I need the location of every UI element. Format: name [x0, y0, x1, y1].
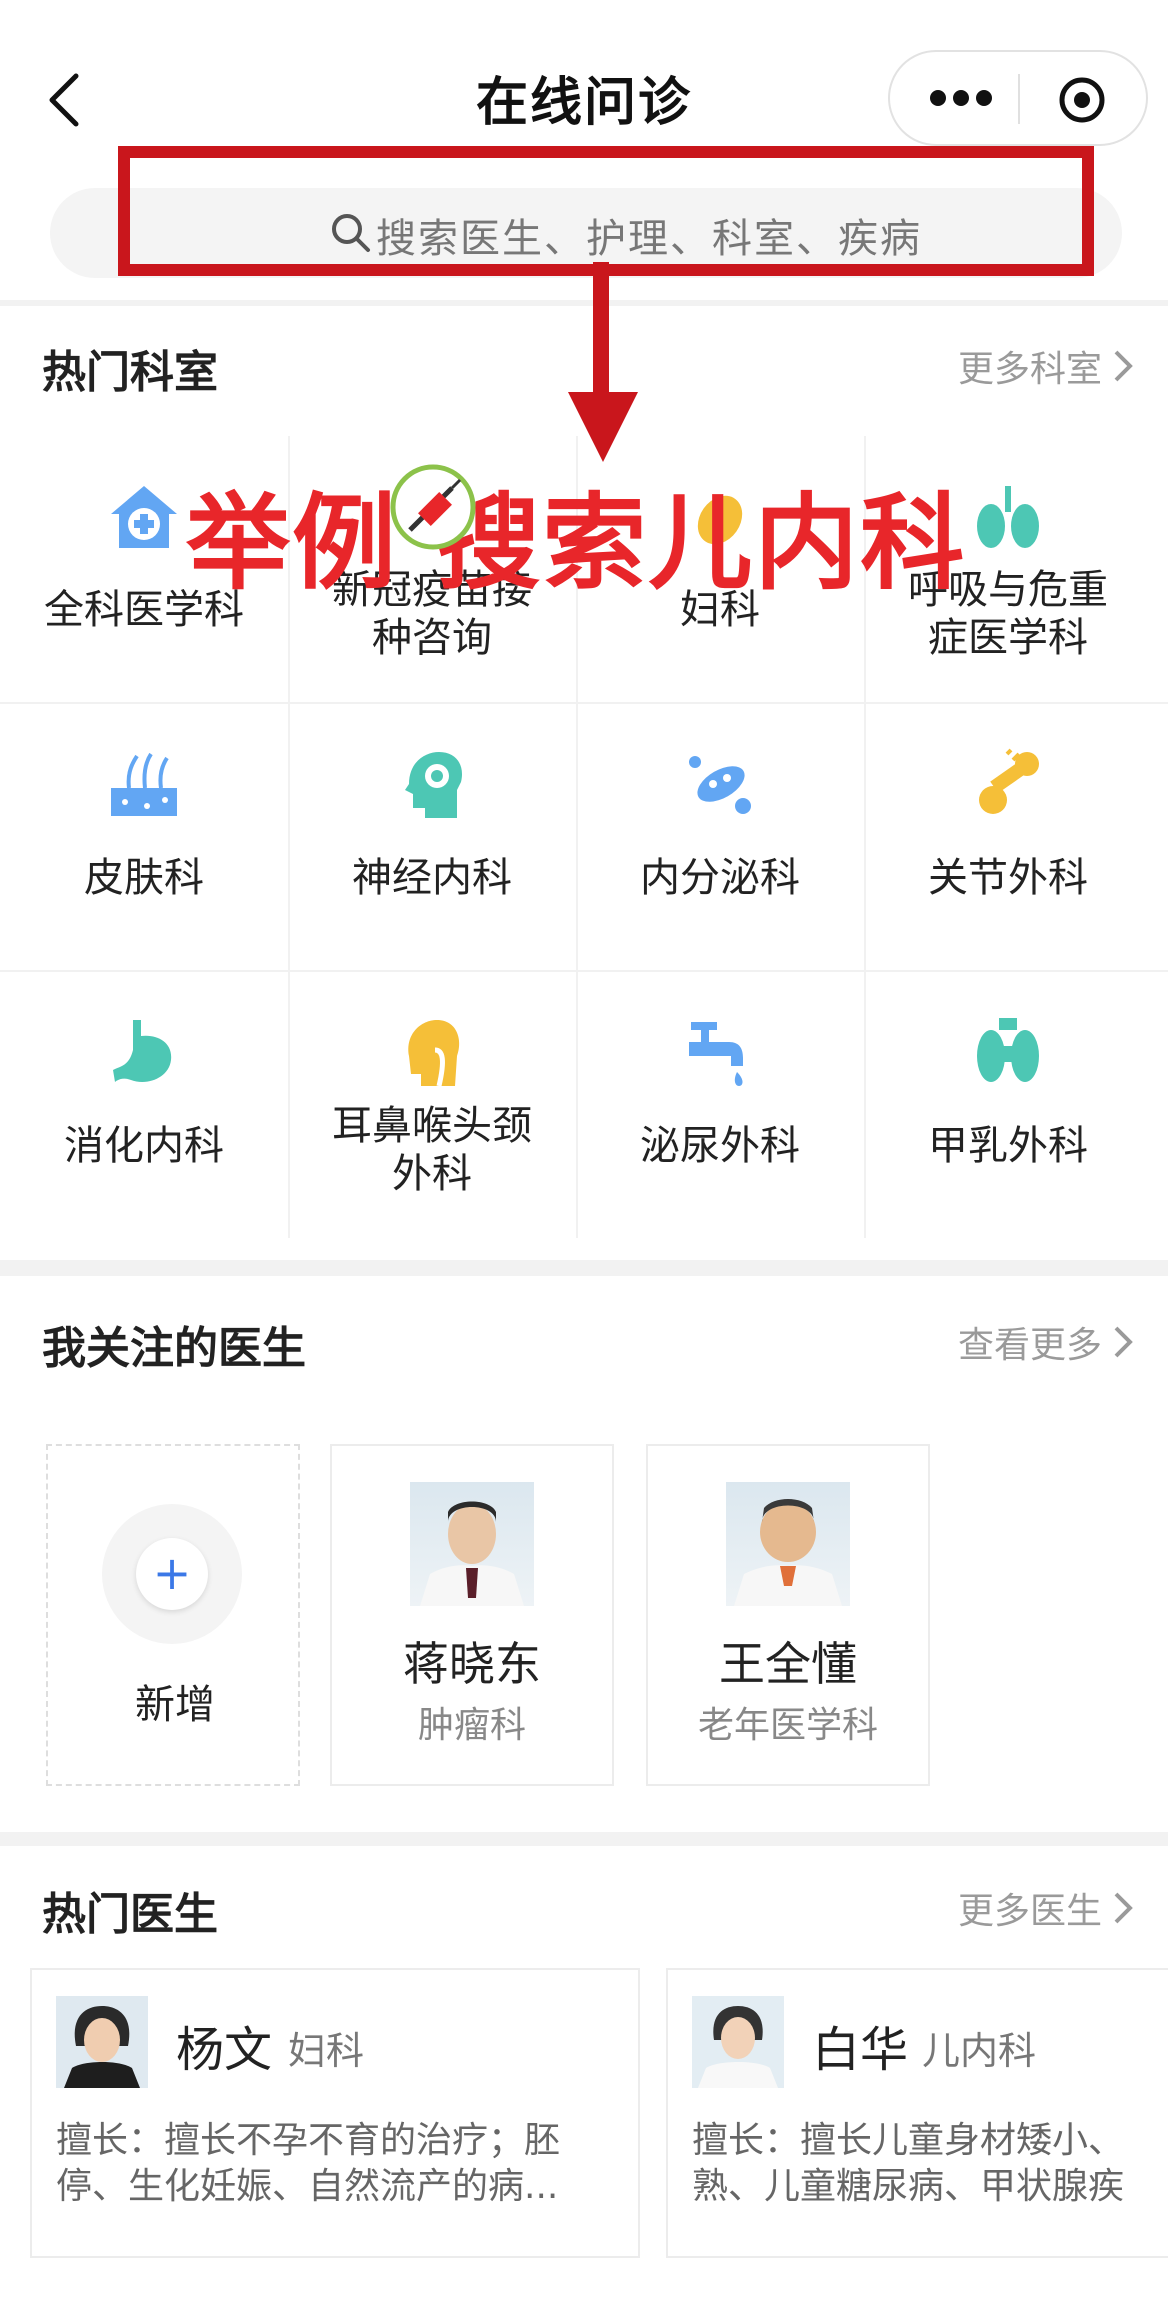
skin-icon [111, 752, 177, 816]
dept-ent[interactable]: 耳鼻喉头颈 外科 [288, 972, 578, 1238]
doctor-avatar [726, 1482, 850, 1606]
doctor-department: 妇科 [288, 2029, 365, 2073]
stomach-icon [113, 1020, 172, 1082]
doctor-name: 杨文 [176, 2022, 273, 2078]
doctor-avatar [410, 1482, 534, 1606]
brain-head-icon [405, 752, 463, 818]
view-more-link[interactable]: 查看更多 [958, 1316, 1134, 1368]
dept-neurology[interactable]: 神经内科 [288, 704, 578, 972]
hot-doctor-card[interactable]: 白华 儿内科 擅长：擅长儿童身材矮小、 熟、儿童糖尿病、甲状腺疾 [666, 1968, 1168, 2258]
throat-icon [408, 1020, 460, 1087]
doctor-avatar [56, 1996, 148, 2088]
dept-label: 消化内科 [64, 1123, 224, 1169]
thyroid-icon [977, 1018, 1039, 1082]
followed-doctors-section: 我关注的医生 查看更多 + 新增 蒋晓东 肿瘤科 王全懂 老年医学科 [0, 1276, 1168, 1832]
dept-endocrinology[interactable]: 内分泌科 [576, 704, 866, 972]
bone-joint-icon [979, 748, 1039, 814]
chevron-right-icon [1114, 350, 1133, 382]
doctor-name: 白华 [812, 2022, 909, 2078]
dept-label: 耳鼻喉头颈 外科 [332, 1103, 532, 1197]
doctor-department: 老年医学科 [697, 1705, 878, 1746]
section-title: 我关注的医生 [42, 1323, 306, 1374]
add-label: 新增 [135, 1682, 215, 1728]
dept-dermatology[interactable]: 皮肤科 [0, 704, 290, 972]
section-title: 热门医生 [42, 1889, 218, 1940]
mini-program-capsule [888, 50, 1148, 146]
add-doctor-card[interactable]: + 新增 [46, 1444, 300, 1786]
doctor-name: 王全懂 [719, 1637, 857, 1691]
annotation-highlight-box [118, 146, 1094, 276]
view-more-label: 查看更多 [957, 1325, 1102, 1366]
faucet-icon [689, 1022, 743, 1086]
followed-doctor-card[interactable]: 王全懂 老年医学科 [646, 1444, 930, 1786]
doctor-department: 肿瘤科 [417, 1705, 526, 1746]
more-doctors-label: 更多医生 [957, 1891, 1102, 1932]
dept-thyroid-breast[interactable]: 甲乳外科 [864, 972, 1168, 1238]
house-plus-icon [111, 486, 177, 548]
dept-gastroenterology[interactable]: 消化内科 [0, 972, 290, 1238]
chevron-right-icon [1114, 1326, 1133, 1358]
doctor-department: 儿内科 [922, 2029, 1037, 2073]
followed-doctor-card[interactable]: 蒋晓东 肿瘤科 [330, 1444, 614, 1786]
capsule-divider [1018, 74, 1020, 124]
doctor-name: 蒋晓东 [403, 1637, 541, 1691]
more-menu-icon[interactable] [930, 86, 992, 110]
more-departments-label: 更多科室 [957, 349, 1102, 390]
add-circle: + [102, 1504, 242, 1644]
annotation-arrow-icon [568, 262, 638, 462]
doctor-avatar [692, 1996, 784, 2088]
more-departments-link[interactable]: 更多科室 [958, 340, 1134, 392]
dept-label: 关节外科 [928, 855, 1088, 901]
more-doctors-link[interactable]: 更多医生 [958, 1882, 1134, 1934]
dept-label: 神经内科 [352, 855, 512, 901]
close-target-icon[interactable] [1058, 76, 1106, 124]
lungs-icon [977, 486, 1039, 548]
chevron-right-icon [1114, 1892, 1133, 1924]
dept-label: 泌尿外科 [640, 1123, 800, 1169]
annotation-text: 举例 搜索儿内科 [186, 482, 967, 604]
doctor-specialty: 擅长：擅长儿童身材矮小、 熟、儿童糖尿病、甲状腺疾 [692, 2120, 1125, 2207]
plus-icon[interactable]: + [136, 1538, 208, 1610]
syringe-icon [390, 464, 476, 550]
hot-doctor-card[interactable]: 杨文 妇科 擅长：擅长不孕不育的治疗；胚 停、生化妊娠、自然流产的病... [30, 1968, 640, 2258]
dept-joint-surgery[interactable]: 关节外科 [864, 704, 1168, 972]
bacteria-icon [689, 756, 751, 814]
dept-label: 内分泌科 [640, 855, 800, 901]
dept-urology[interactable]: 泌尿外科 [576, 972, 866, 1238]
section-title: 热门科室 [42, 347, 218, 398]
dept-label: 皮肤科 [84, 855, 204, 901]
dept-label: 甲乳外科 [928, 1123, 1088, 1169]
doctor-specialty: 擅长：擅长不孕不育的治疗；胚 停、生化妊娠、自然流产的病... [56, 2120, 561, 2207]
hot-doctors-section: 热门医生 更多医生 杨文 妇科 擅长：擅长不孕不育的治疗；胚 停、生化妊娠、自然… [0, 1846, 1168, 2297]
